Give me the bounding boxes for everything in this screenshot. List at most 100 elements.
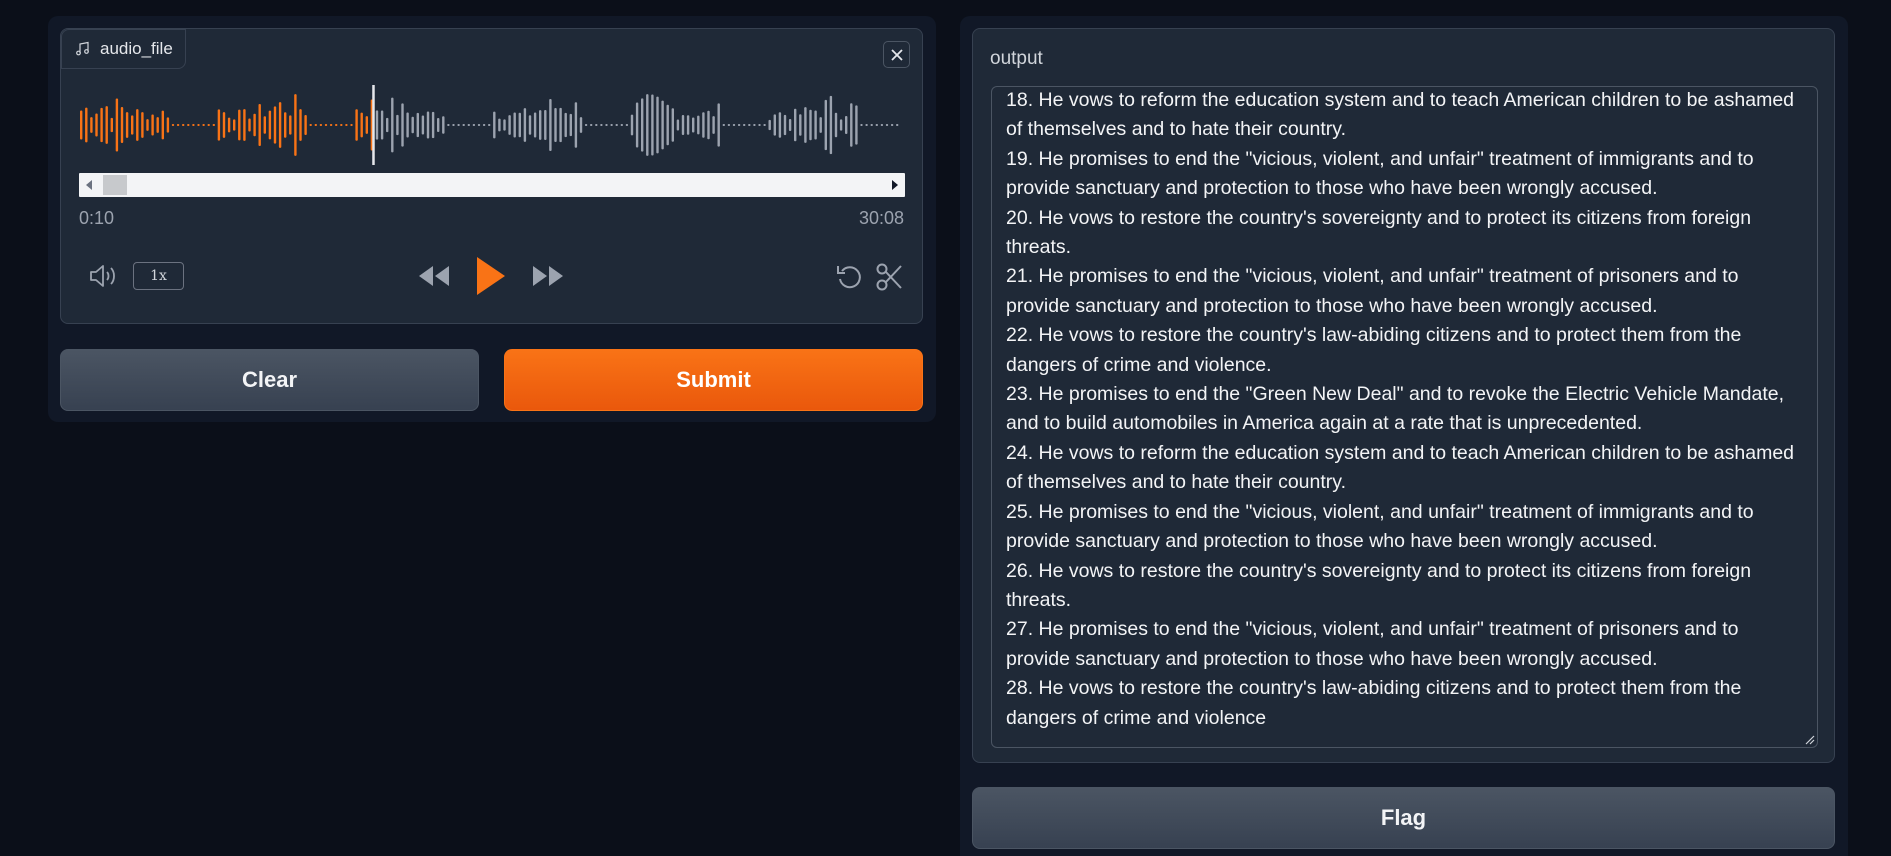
trim-button[interactable]	[873, 261, 905, 293]
waveform-bar	[630, 114, 634, 136]
waveform-bar	[788, 119, 792, 131]
output-line: dangers of crime and violence.	[1006, 353, 1272, 376]
waveform-bar	[686, 115, 690, 135]
waveform-bar	[238, 109, 241, 141]
waveform-scrollbar[interactable]	[79, 173, 905, 197]
output-line: 28. He vows to restore the country's law…	[1006, 677, 1742, 700]
waveform-bar	[340, 124, 343, 126]
waveform-bar	[584, 124, 588, 126]
play-button[interactable]	[472, 255, 508, 297]
undo-trim-button[interactable]	[833, 261, 865, 293]
waveform-bar	[197, 124, 200, 126]
waveform-bar	[829, 95, 833, 155]
waveform-bar	[896, 124, 899, 126]
waveform-bar	[233, 119, 236, 131]
waveform-bar	[406, 112, 409, 138]
waveform-bar	[248, 118, 251, 132]
waveform-bar	[105, 106, 108, 144]
waveform-bar	[503, 119, 506, 131]
volume-button[interactable]	[87, 261, 121, 291]
waveform-bar	[136, 109, 139, 141]
output-line: 20. He vows to restore the country's sov…	[1006, 206, 1752, 229]
waveform-bar	[431, 111, 435, 139]
waveform-bar	[875, 124, 878, 126]
waveform-bar	[707, 110, 710, 140]
output-line: 23. He promises to end the "Green New De…	[1006, 383, 1785, 406]
waveform-bar	[222, 112, 226, 138]
skip-backward-button[interactable]	[415, 261, 453, 291]
waveform-bar	[579, 117, 583, 133]
waveform-bar	[574, 102, 578, 148]
waveform-bar	[166, 117, 170, 133]
waveform-bar	[380, 110, 384, 140]
waveform-bar	[110, 117, 113, 133]
waveform-bar	[697, 115, 700, 135]
waveform-bar	[559, 107, 562, 143]
waveform-bar	[90, 117, 93, 133]
clear-button[interactable]: Clear	[60, 349, 479, 411]
waveform-bar	[365, 116, 368, 134]
waveform-bar	[681, 114, 685, 136]
remove-audio-button[interactable]	[883, 41, 910, 68]
waveform-bar	[850, 103, 853, 147]
waveform-bar	[243, 109, 246, 141]
waveform-bar	[554, 107, 557, 143]
playhead-cursor[interactable]	[372, 85, 375, 165]
waveform-bar	[758, 124, 761, 126]
waveform-bar	[80, 110, 83, 140]
waveform-bar	[146, 119, 149, 131]
undo-icon	[837, 266, 861, 289]
waveform-bar	[437, 118, 440, 132]
waveform-bar	[457, 124, 460, 126]
waveform-bar	[192, 124, 195, 126]
resize-handle-icon[interactable]	[1803, 733, 1815, 745]
output-line: 22. He vows to restore the country's law…	[1006, 324, 1742, 347]
waveform-bar	[855, 105, 858, 145]
waveform-bar	[151, 114, 154, 136]
scroll-left-icon[interactable]	[85, 179, 93, 191]
waveform-bar	[212, 124, 215, 126]
waveform-bar	[839, 119, 843, 131]
scroll-right-icon[interactable]	[891, 179, 899, 191]
waveform-bar	[600, 124, 603, 126]
waveform-bar	[799, 114, 802, 136]
waveform-bar	[207, 124, 210, 126]
audio-label-text: audio_file	[100, 39, 173, 58]
waveform-bar	[646, 94, 649, 156]
scrollbar-thumb[interactable]	[103, 175, 127, 195]
waveform[interactable]	[79, 85, 905, 165]
playback-speed-button[interactable]: 1x	[133, 262, 184, 290]
waveform-bar	[141, 112, 144, 138]
skip-forward-button[interactable]	[529, 261, 567, 291]
waveform-bar	[161, 110, 164, 140]
output-line: threats.	[1006, 588, 1072, 611]
music-note-icon	[76, 41, 89, 56]
waveform-bar	[289, 115, 292, 135]
submit-button[interactable]: Submit	[504, 349, 923, 411]
waveform-bar	[355, 109, 358, 141]
output-line: 25. He promises to end the "vicious, vio…	[1006, 500, 1754, 523]
waveform-bar	[610, 124, 613, 126]
waveform-bar	[702, 112, 705, 138]
close-icon	[890, 48, 903, 61]
output-line: provide sanctuary and protection to thos…	[1006, 647, 1658, 670]
waveform-bar	[717, 103, 720, 147]
waveform-bar	[732, 124, 736, 126]
waveform-bar	[620, 124, 623, 126]
waveform-bar	[360, 112, 363, 138]
output-textbox[interactable]: 18. He vows to reform the education syst…	[991, 86, 1818, 748]
waveform-bar	[335, 124, 338, 126]
waveform-bar	[386, 117, 389, 133]
waveform-bar	[258, 104, 261, 146]
waveform-bar	[294, 94, 297, 156]
output-line: and to build automobiles in America agai…	[1006, 412, 1643, 435]
output-line: provide sanctuary and protection to thos…	[1006, 177, 1658, 200]
waveform-bar	[885, 124, 889, 126]
waveform-bar	[860, 124, 863, 126]
waveform-bar	[452, 124, 455, 126]
waveform-bar	[722, 124, 725, 126]
output-label: output	[990, 48, 1043, 69]
output-line: 19. He promises to end the "vicious, vio…	[1006, 147, 1754, 170]
flag-button[interactable]: Flag	[972, 787, 1835, 849]
waveform-bar	[518, 112, 521, 138]
